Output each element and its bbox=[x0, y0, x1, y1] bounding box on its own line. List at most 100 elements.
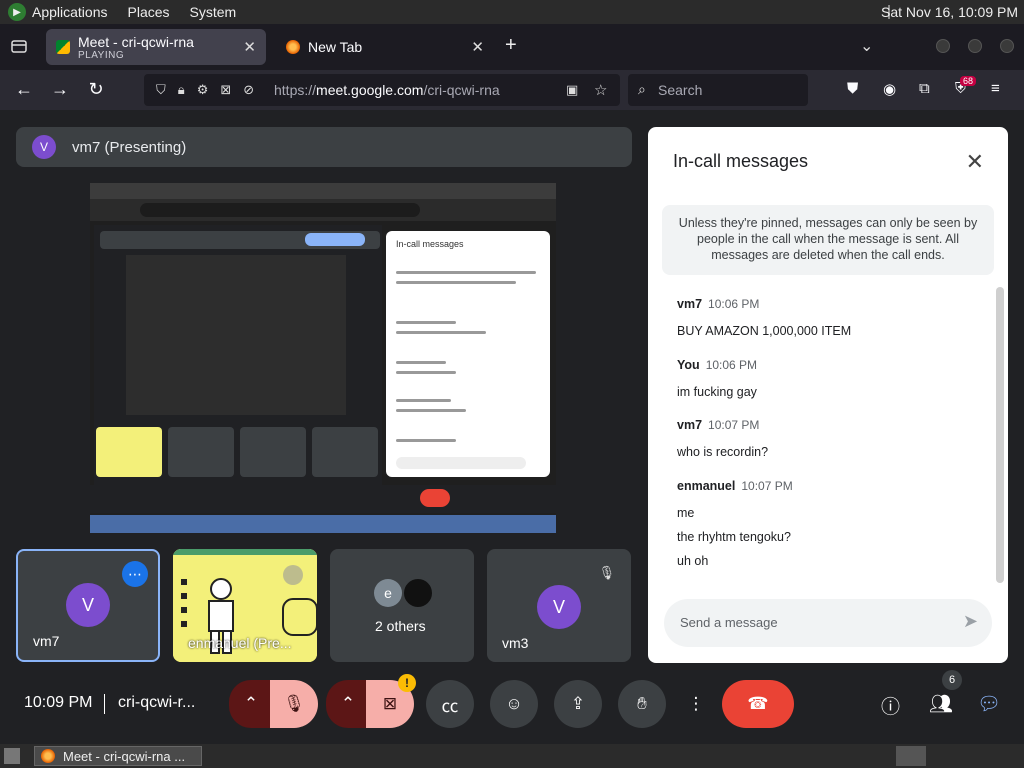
shared-screen[interactable]: In-call messages bbox=[90, 183, 556, 533]
navigation-toolbar: ← → ↻ ⛉ 🔒︎ ⚙︎ ⊠ ⊘ https://meet.google.co… bbox=[0, 70, 1024, 110]
participant-avatar: e bbox=[374, 579, 402, 607]
taskbar-window-button[interactable]: Meet - cri-qcwi-rna ... bbox=[34, 746, 202, 766]
leave-call-button[interactable]: ☎︎ bbox=[722, 680, 794, 728]
workspace-switcher[interactable] bbox=[896, 746, 926, 766]
participant-count-badge: 6 bbox=[942, 670, 962, 690]
tab-new-tab[interactable]: New Tab ✕ bbox=[276, 29, 494, 65]
tab-meet[interactable]: Meet - cri-qcwi-rna PLAYING ✕ bbox=[46, 29, 266, 65]
message-time: 10:06 PM bbox=[708, 297, 760, 311]
in-call-messages-panel: In-call messages ✕ Unless they're pinned… bbox=[648, 127, 1008, 663]
emoji-reaction-button[interactable]: ☺ bbox=[490, 680, 538, 728]
back-arrow-icon[interactable]: ← bbox=[13, 79, 35, 100]
presenter-bar: V vm7 (Presenting) bbox=[16, 127, 632, 167]
minimize-window-button[interactable] bbox=[936, 39, 950, 53]
applications-menu[interactable]: Applications bbox=[32, 4, 108, 20]
message-time: 10:07 PM bbox=[741, 479, 793, 493]
close-tab-icon[interactable]: ✕ bbox=[471, 38, 484, 56]
tab-title: Meet - cri-qcwi-rna bbox=[78, 33, 194, 50]
participant-tile-enmanuel[interactable]: enmanuel (Pre... bbox=[173, 549, 317, 662]
reload-icon[interactable]: ↻ bbox=[85, 79, 107, 100]
taskbar-window-title: Meet - cri-qcwi-rna ... bbox=[63, 748, 186, 764]
chat-message: enmanuel 10:07 PM me the rhyhtm tengoku? … bbox=[677, 477, 793, 573]
firefox-favicon-icon bbox=[286, 40, 300, 54]
participant-tile-others[interactable]: e 2 others bbox=[330, 549, 474, 662]
more-options-icon[interactable]: ⋮ bbox=[682, 680, 710, 728]
send-icon[interactable]: ➤ bbox=[963, 611, 978, 632]
distro-logo-icon[interactable]: ▶ bbox=[8, 3, 26, 21]
chat-scrollbar[interactable] bbox=[996, 287, 1004, 583]
participant-tile-vm3[interactable]: V 🎙︎ vm3 bbox=[487, 549, 631, 662]
shared-screen-text-line bbox=[396, 409, 466, 412]
shared-screen-chat-panel: In-call messages bbox=[386, 231, 550, 477]
message-sender: enmanuel bbox=[677, 479, 736, 493]
shared-screen-tabbar bbox=[90, 183, 556, 199]
shared-screen-tile bbox=[96, 427, 162, 477]
presenter-avatar: V bbox=[32, 135, 56, 159]
lock-icon[interactable]: 🔒︎ bbox=[178, 82, 185, 98]
close-tab-icon[interactable]: ✕ bbox=[243, 38, 256, 56]
participant-name: vm3 bbox=[502, 635, 529, 651]
participant-avatar-secondary bbox=[402, 577, 434, 609]
address-bar[interactable]: ⛉ 🔒︎ ⚙︎ ⊠ ⊘ https://meet.google.com/cri-… bbox=[144, 74, 620, 106]
message-sender: vm7 bbox=[677, 418, 703, 432]
shared-screen-tile bbox=[240, 427, 306, 477]
chat-scrollbar-thumb[interactable] bbox=[996, 287, 1004, 583]
places-menu[interactable]: Places bbox=[128, 4, 170, 20]
system-clock[interactable]: Sat Nov 16, 10:09 PM bbox=[881, 4, 1018, 20]
shield-icon[interactable]: ⛉ bbox=[156, 82, 166, 98]
present-screen-button[interactable]: ⇪ bbox=[554, 680, 602, 728]
meeting-info-icon[interactable]: ⓘ bbox=[881, 692, 900, 719]
system-menu[interactable]: System bbox=[190, 4, 237, 20]
message-input[interactable]: Send a message ➤ bbox=[664, 599, 992, 647]
forward-arrow-icon[interactable]: → bbox=[49, 79, 71, 100]
screen: ▶ Applications Places System Sat Nov 16,… bbox=[0, 0, 1024, 768]
url-host: meet.google.com bbox=[316, 82, 424, 98]
chevron-down-icon[interactable]: ⌄ bbox=[860, 36, 873, 56]
show-desktop-icon[interactable] bbox=[4, 748, 20, 764]
more-dots-icon[interactable]: ⋯ bbox=[122, 561, 148, 587]
captions-button[interactable]: ㏄ bbox=[426, 680, 474, 728]
new-tab-plus-icon[interactable]: + bbox=[505, 34, 517, 57]
search-placeholder: Search bbox=[658, 82, 703, 98]
account-icon[interactable]: ◉ bbox=[883, 80, 896, 98]
shared-screen-nested-screen bbox=[126, 255, 346, 415]
camera-blocked-icon[interactable]: ⊠ bbox=[220, 82, 231, 98]
participant-tile-vm7[interactable]: V ⋯ vm7 bbox=[16, 549, 160, 662]
pocket-icon[interactable]: ⛊ bbox=[847, 80, 858, 97]
chat-message: You 10:06 PM im fucking gay bbox=[677, 356, 757, 404]
firefox-icon bbox=[41, 749, 55, 763]
tab-audio-status: PLAYING bbox=[78, 49, 125, 61]
maximize-window-button[interactable] bbox=[968, 39, 982, 53]
shared-screen-leave-button bbox=[420, 489, 450, 507]
mic-blocked-icon[interactable]: ⊘ bbox=[243, 82, 254, 98]
shared-screen-text-line bbox=[396, 321, 456, 324]
participant-name: vm7 bbox=[33, 633, 60, 649]
camera-warning-badge: ! bbox=[398, 674, 416, 692]
hamburger-menu-icon[interactable]: ≡ bbox=[991, 80, 1000, 97]
meeting-controls-bar: 10:09 PM cri-qcwi-r... ⌃ 🎙︎ ⌃ ⊠ ! ㏄ ☺ ⇪ … bbox=[0, 670, 1024, 744]
extensions-icon[interactable]: ⧉ bbox=[919, 80, 930, 97]
shared-screen-text-line bbox=[396, 271, 536, 274]
raise-hand-button[interactable]: ✋︎ bbox=[618, 680, 666, 728]
url-text[interactable]: https://meet.google.com/cri-qcwi-rna bbox=[274, 82, 500, 98]
chat-message: vm7 10:07 PM who is recordin? bbox=[677, 416, 768, 464]
tab-list-icon[interactable] bbox=[10, 37, 28, 55]
bookmark-star-icon[interactable]: ☆ bbox=[594, 81, 607, 99]
shared-screen-text-line bbox=[396, 331, 486, 334]
microphone-off-button[interactable]: 🎙︎ bbox=[270, 680, 318, 728]
chat-icon[interactable]: 💬︎ bbox=[977, 692, 1001, 716]
shared-screen-taskbar bbox=[90, 515, 556, 533]
close-window-button[interactable] bbox=[1000, 39, 1014, 53]
shared-screen-address bbox=[140, 203, 420, 217]
people-icon[interactable]: 👥︎ bbox=[929, 692, 953, 716]
message-time: 10:06 PM bbox=[705, 358, 758, 372]
search-box[interactable]: ⌕ Search bbox=[628, 74, 808, 106]
message-input-placeholder: Send a message bbox=[680, 615, 778, 630]
chat-message: vm7 10:06 PM BUY AMAZON 1,000,000 ITEM bbox=[677, 295, 851, 343]
audio-options-chevron-icon[interactable]: ⌃ bbox=[229, 680, 273, 728]
participant-name: 2 others bbox=[375, 618, 426, 634]
video-options-chevron-icon[interactable]: ⌃ bbox=[326, 680, 370, 728]
reader-view-icon[interactable]: ▣ bbox=[566, 82, 578, 98]
close-icon[interactable]: ✕ bbox=[966, 149, 984, 175]
permissions-icon[interactable]: ⚙︎ bbox=[197, 82, 209, 98]
